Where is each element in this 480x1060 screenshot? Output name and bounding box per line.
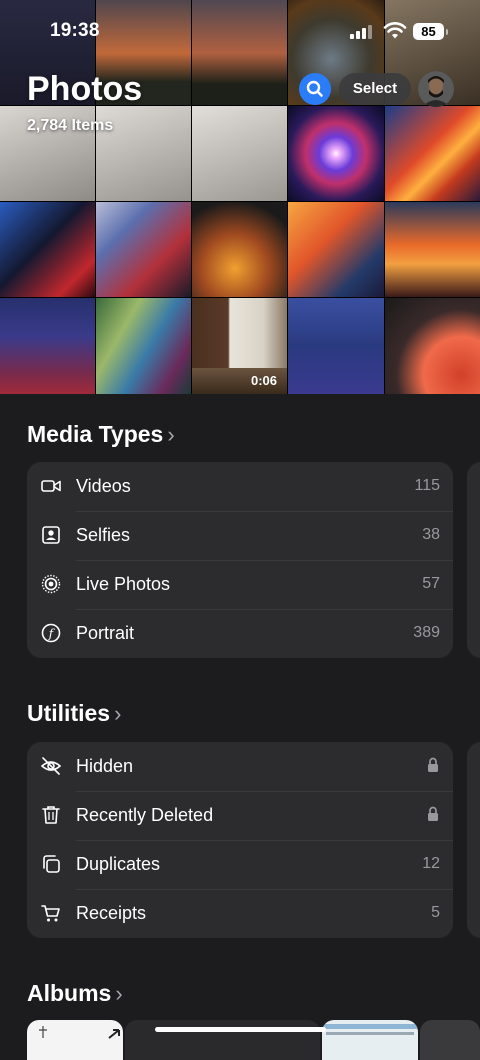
album-thumbnail[interactable]	[322, 1020, 418, 1060]
home-indicator[interactable]	[155, 1027, 326, 1032]
list-item-recently-deleted[interactable]: Recently Deleted	[27, 791, 453, 840]
portrait-icon: f	[41, 623, 61, 643]
video-duration: 0:06	[251, 373, 278, 388]
album-art	[326, 1032, 414, 1035]
media-types-heading[interactable]: Media Types ›	[27, 421, 175, 448]
video-icon	[41, 480, 61, 492]
search-icon	[306, 80, 323, 97]
list-item-label: Live Photos	[76, 574, 171, 594]
lock-icon	[428, 806, 438, 821]
albums-heading[interactable]: Albums ›	[27, 980, 123, 1007]
live-photo-icon	[41, 574, 61, 594]
avatar[interactable]	[418, 71, 454, 107]
photo-thumbnail[interactable]	[385, 202, 480, 297]
album-art	[39, 1026, 120, 1039]
list-item-label: Videos	[76, 476, 131, 496]
chevron-right-icon: ›	[114, 701, 122, 726]
album-thumbnail[interactable]	[420, 1020, 480, 1060]
list-item-label: Selfies	[76, 525, 131, 545]
wifi-icon	[383, 22, 407, 39]
albums-title: Albums	[27, 980, 112, 1006]
photo-thumbnail[interactable]	[96, 202, 191, 297]
album-art	[322, 1024, 418, 1029]
profile-photo	[418, 71, 454, 107]
photo-thumbnail[interactable]	[96, 298, 191, 394]
photo-thumbnail[interactable]	[288, 298, 384, 394]
page-title: Photos	[27, 70, 143, 108]
list-item-selfies[interactable]: Selfies 38	[27, 511, 453, 560]
selfie-icon	[42, 526, 60, 544]
list-item-videos[interactable]: Videos 115	[27, 462, 453, 511]
list-item-count: 57	[422, 575, 440, 592]
list-item-portrait[interactable]: f Portrait 389	[27, 609, 453, 658]
photo-thumbnail[interactable]	[192, 106, 287, 201]
media-types-title: Media Types	[27, 421, 164, 447]
list-item-duplicates[interactable]: Duplicates 12	[27, 840, 453, 889]
photo-thumbnail[interactable]	[288, 202, 384, 297]
photo-thumbnail[interactable]	[385, 298, 480, 394]
utilities-next-card[interactable]	[467, 742, 480, 938]
photo-thumbnail[interactable]	[192, 202, 287, 297]
album-thumbnail[interactable]	[125, 1020, 320, 1060]
eye-slash-icon	[40, 757, 62, 775]
list-item-label: Recently Deleted	[76, 805, 214, 825]
svg-text:f: f	[48, 627, 56, 641]
photo-thumbnail[interactable]	[385, 106, 480, 201]
media-types-next-card[interactable]	[467, 462, 480, 658]
trash-icon	[42, 806, 60, 824]
list-item-live-photos[interactable]: Live Photos 57	[27, 560, 453, 609]
album-thumbnail[interactable]	[27, 1020, 123, 1060]
photo-thumbnail[interactable]	[288, 106, 384, 201]
list-item-label: Hidden	[76, 756, 134, 776]
list-item-count: 389	[413, 624, 440, 641]
utilities-title: Utilities	[27, 700, 111, 726]
chevron-right-icon: ›	[167, 422, 175, 447]
duplicates-icon	[43, 855, 60, 873]
status-time: 19:38	[50, 20, 100, 41]
select-button[interactable]: Select	[339, 73, 411, 105]
status-bar: 19:38 85	[0, 0, 480, 60]
list-item-label: Duplicates	[76, 854, 161, 874]
cellular-signal-icon	[350, 25, 372, 39]
list-item-count: 12	[422, 855, 440, 872]
list-item-count: 38	[422, 526, 440, 543]
photo-thumbnail[interactable]	[0, 202, 95, 297]
search-button[interactable]	[299, 73, 331, 105]
list-item-label: Receipts	[76, 903, 147, 923]
battery-indicator: 85	[413, 23, 448, 40]
photo-thumbnail[interactable]	[0, 298, 95, 394]
utilities-card: Hidden Recently Deleted Duplicates 12 Re…	[27, 742, 453, 938]
list-item-receipts[interactable]: Receipts 5	[27, 889, 453, 938]
list-item-hidden[interactable]: Hidden	[27, 742, 453, 791]
chevron-right-icon: ›	[115, 981, 123, 1006]
item-count: 2,784 Items	[27, 117, 114, 134]
list-item-count: 115	[414, 477, 440, 494]
list-item-label: Portrait	[76, 623, 135, 643]
utilities-heading[interactable]: Utilities ›	[27, 700, 121, 727]
media-types-card: Videos 115 Selfies 38 Live Photos 57 f P…	[27, 462, 453, 658]
list-item-count: 5	[431, 904, 440, 921]
cart-icon	[41, 905, 60, 922]
lock-icon	[428, 757, 438, 772]
